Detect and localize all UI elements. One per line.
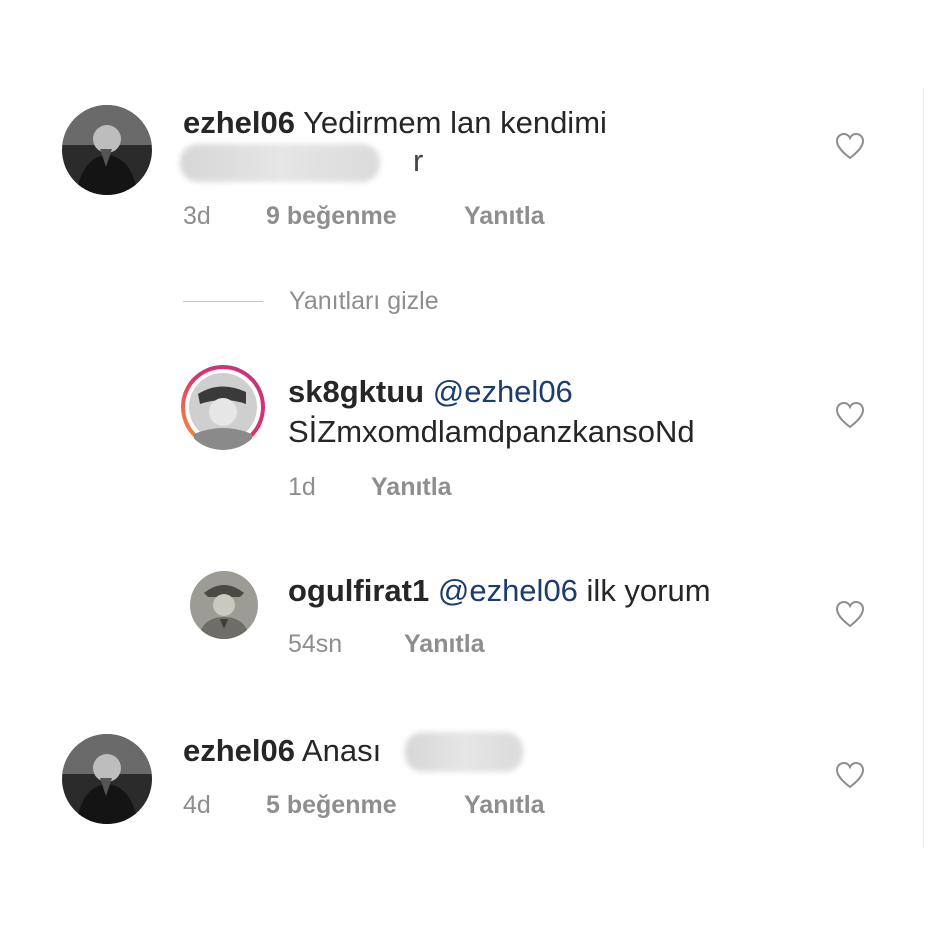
comment-text: Anası (301, 733, 382, 768)
comment-text-line1: ezhel06 Yedirmem lan kendimi (183, 105, 607, 141)
comment-text-line1: ezhel06 Anası (183, 733, 381, 769)
reply-button[interactable]: Yanıtla (404, 629, 485, 659)
reply-time: 1d (288, 473, 316, 501)
comment-likes[interactable]: 5 beğenme (266, 790, 397, 820)
comment-text: Yedirmem lan kendimi (303, 105, 607, 140)
heart-outline-icon[interactable] (835, 600, 865, 628)
reply-text-line1: sk8gktuu @ezhel06 (288, 374, 573, 410)
reply-text: ilk yorum (586, 573, 711, 608)
reply-username[interactable]: ogulfirat1 (288, 573, 429, 608)
heart-outline-icon[interactable] (835, 132, 865, 160)
right-divider (923, 88, 924, 848)
reply-mention[interactable]: @ezhel06 (438, 573, 578, 608)
reply-text-line2: SİZmxomdlamdpanzkansoNd (288, 414, 695, 450)
comment-username[interactable]: ezhel06 (183, 733, 295, 768)
reply-text-line1: ogulfirat1 @ezhel06 ilk yorum (288, 573, 711, 609)
avatar-ezhel06[interactable] (62, 734, 152, 824)
redacted-text (180, 144, 380, 182)
avatar-sk8gktuu[interactable] (180, 364, 266, 450)
comment-text-tail: r (413, 143, 424, 178)
comment-likes[interactable]: 9 beğenme (266, 201, 397, 231)
reply-time: 54sn (288, 630, 343, 658)
comment-username[interactable]: ezhel06 (183, 105, 295, 140)
comments-screen: ezhel06 Yedirmem lan kendimi r 3d 9 beğe… (0, 0, 940, 940)
reply-button[interactable]: Yanıtla (371, 472, 452, 502)
heart-outline-icon[interactable] (835, 761, 865, 789)
avatar-ogulfirat1[interactable] (190, 571, 258, 639)
avatar-ezhel06[interactable] (62, 105, 152, 195)
comment-time: 4d (183, 791, 211, 819)
reply-text: SİZmxomdlamdpanzkansoNd (288, 414, 695, 449)
reply-button[interactable]: Yanıtla (464, 790, 545, 820)
hide-replies-line (183, 301, 263, 302)
heart-outline-icon[interactable] (835, 401, 865, 429)
reply-username[interactable]: sk8gktuu (288, 374, 424, 409)
comment-time: 3d (183, 202, 211, 230)
reply-button[interactable]: Yanıtla (464, 201, 545, 231)
reply-mention[interactable]: @ezhel06 (433, 374, 573, 409)
redacted-text (405, 732, 523, 772)
comment-text-line2: r (413, 143, 423, 179)
hide-replies-label[interactable]: Yanıtları gizle (289, 286, 439, 316)
